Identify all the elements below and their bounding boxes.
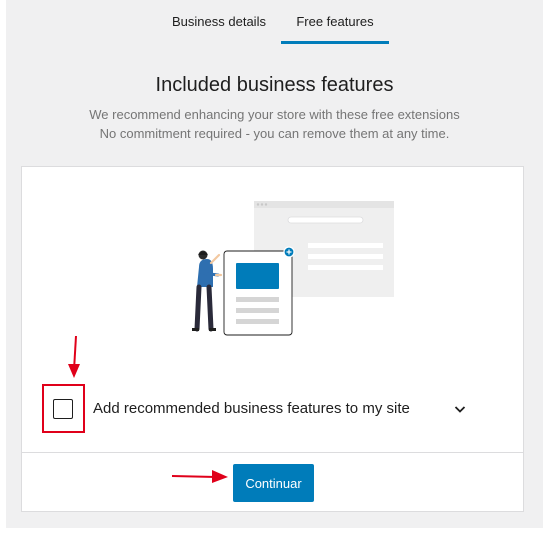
browser-titlebar-shape — [254, 201, 394, 208]
business-features-illustration — [192, 201, 394, 336]
features-card: Add recommended business features to my … — [21, 166, 524, 512]
active-tab-indicator — [281, 41, 389, 44]
right-arrow-annotation — [171, 470, 228, 483]
onboarding-panel: Business details Free features Included … — [6, 0, 543, 528]
subtitle-line-1: We recommend enhancing your store with t… — [89, 107, 460, 122]
down-arrow-annotation — [68, 335, 80, 378]
recommended-features-option: Add recommended business features to my … — [22, 377, 523, 433]
step-tabs: Business details Free features — [6, 0, 543, 44]
add-features-label[interactable]: Add recommended business features to my … — [93, 400, 410, 417]
checkbox-highlight-annotation — [42, 384, 85, 433]
chevron-down-icon[interactable] — [452, 401, 468, 417]
tab-free-features-label: Free features — [296, 14, 374, 29]
subtitle-line-2: No commitment required - you can remove … — [99, 126, 450, 141]
page-title: Included business features — [155, 74, 394, 96]
person-figure — [192, 250, 223, 332]
tab-free-features[interactable]: Free features — [281, 0, 389, 44]
tab-business-details[interactable]: Business details — [156, 0, 282, 44]
continue-button[interactable]: Continuar — [233, 464, 314, 502]
card-divider — [22, 452, 523, 453]
